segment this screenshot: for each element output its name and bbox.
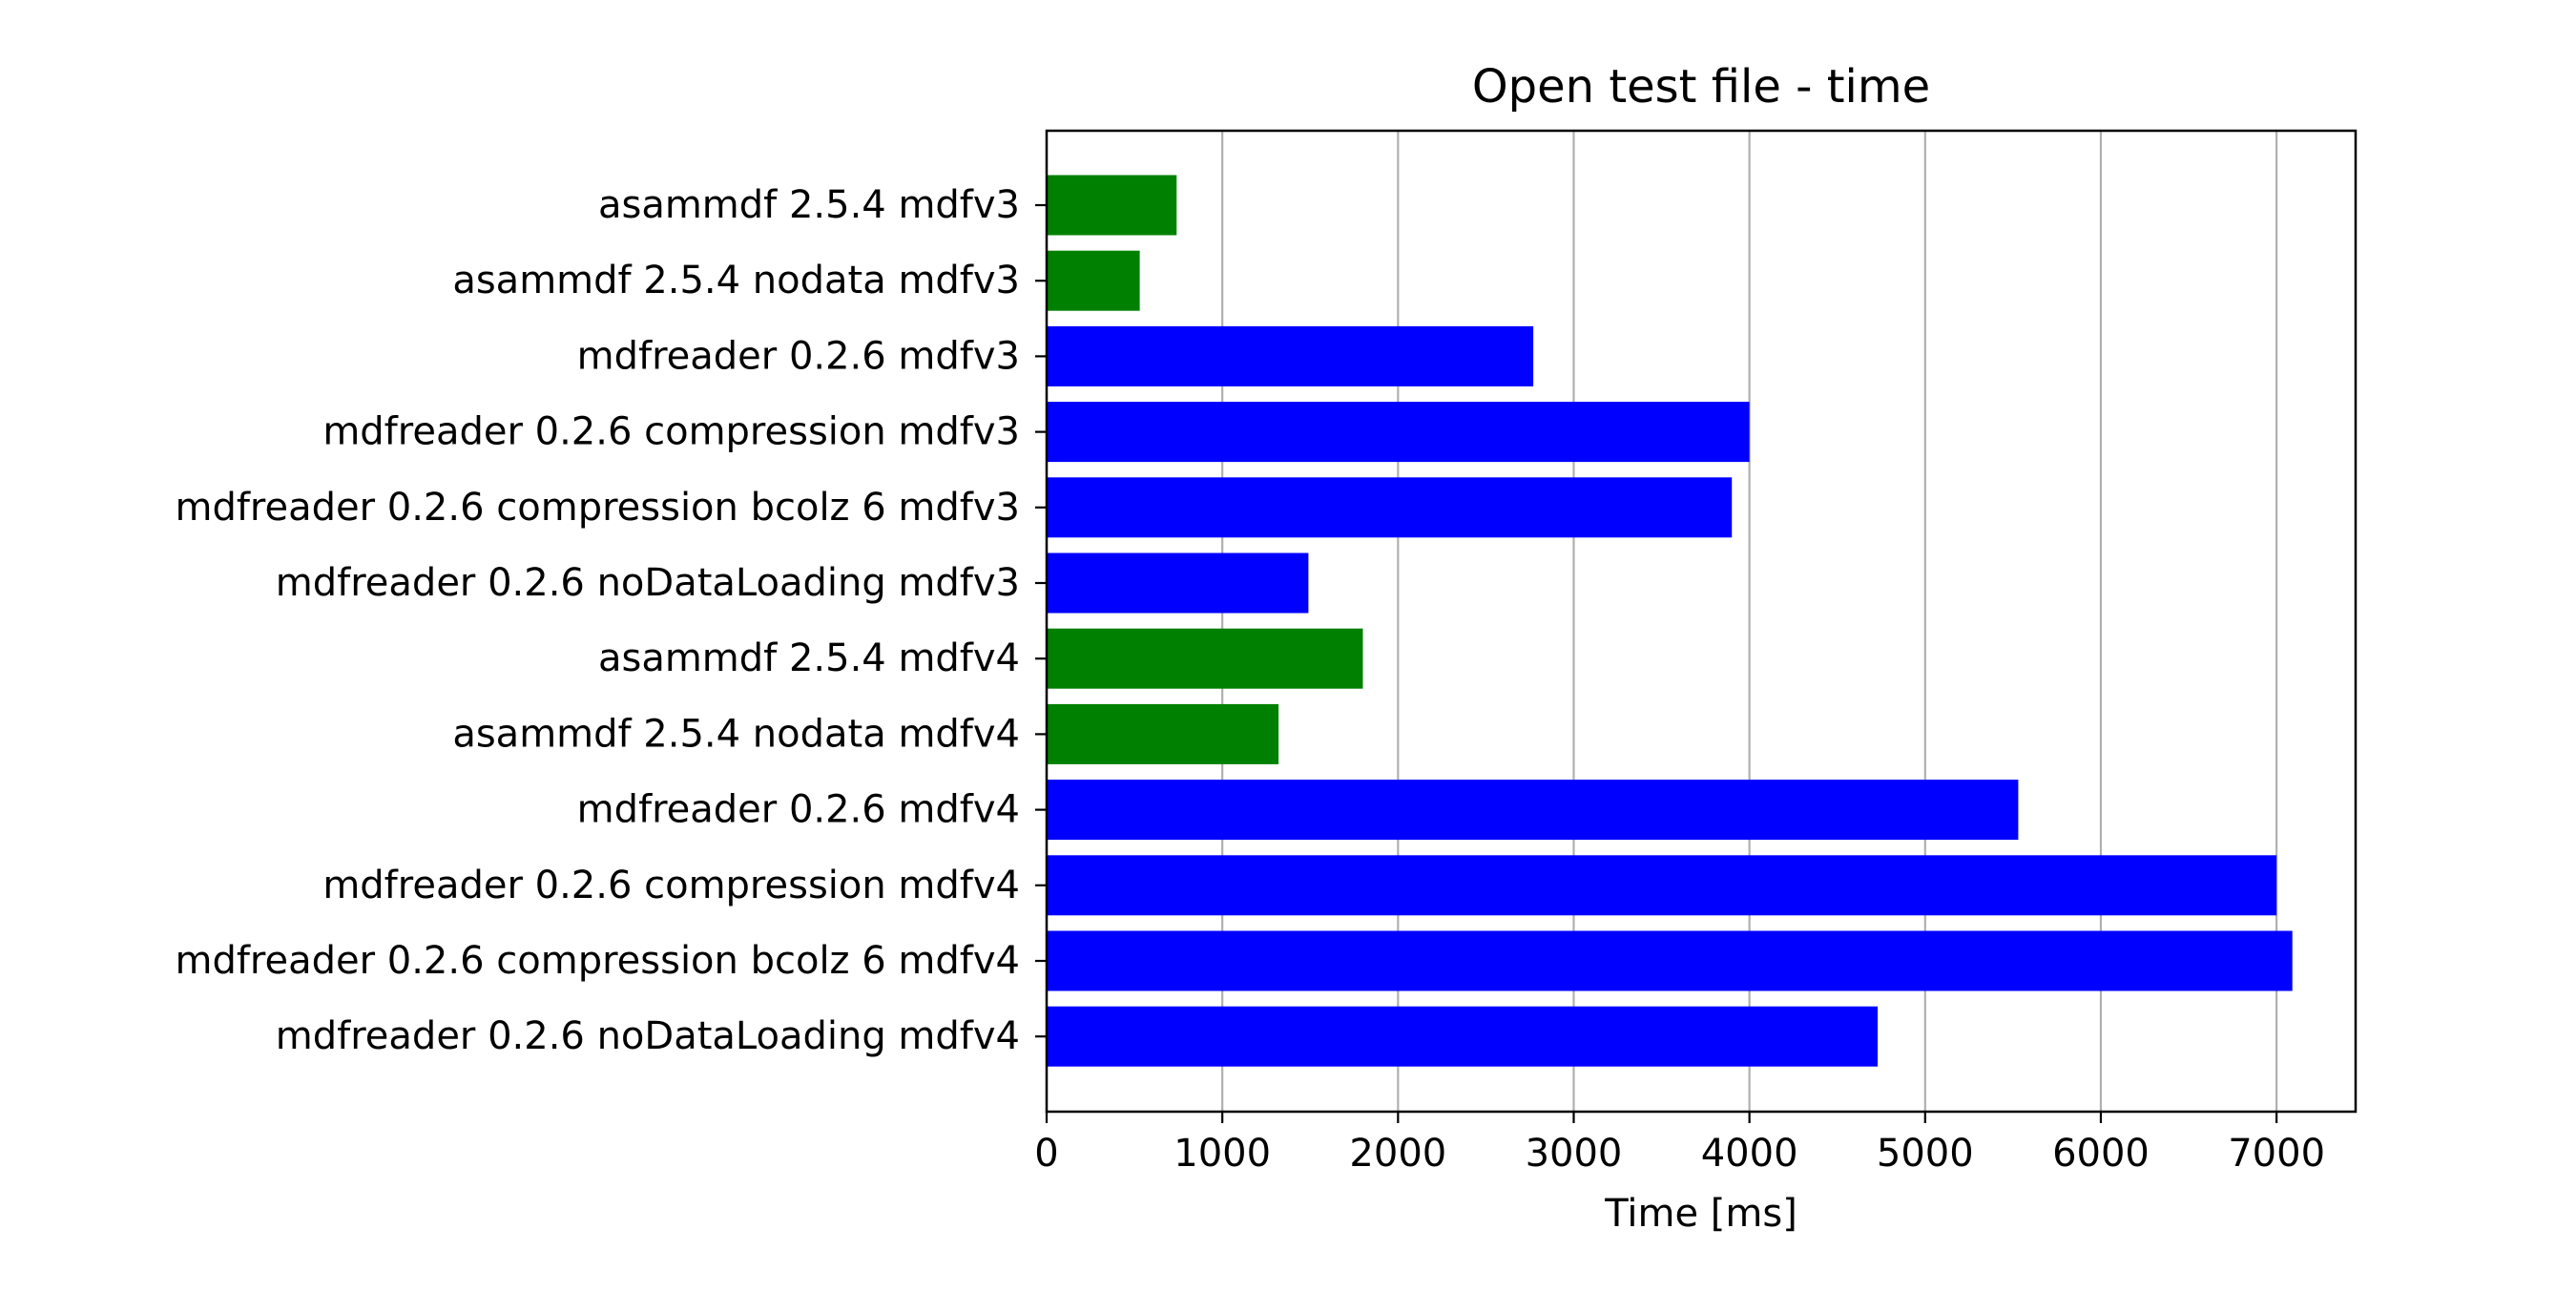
y-tick-label: asammdf 2.5.4 nodata mdfv3 <box>452 259 1020 302</box>
bar <box>1047 552 1309 614</box>
bar <box>1047 325 1534 386</box>
y-tick-label: mdfreader 0.2.6 noDataLoading mdfv4 <box>276 1014 1020 1058</box>
x-tick-label: 2000 <box>1349 1132 1446 1176</box>
bar <box>1047 402 1750 463</box>
bar <box>1047 175 1177 236</box>
x-tick-label: 4000 <box>1701 1132 1798 1176</box>
bar <box>1047 1006 1879 1067</box>
x-tick-label: 3000 <box>1526 1132 1623 1176</box>
x-tick-label: 6000 <box>2052 1132 2150 1176</box>
bar <box>1047 930 2293 991</box>
y-tick-label: asammdf 2.5.4 mdfv4 <box>598 636 1020 680</box>
y-tick-label: asammdf 2.5.4 nodata mdfv4 <box>452 712 1020 756</box>
x-tick-label: 5000 <box>1877 1132 1974 1176</box>
x-tick-label: 7000 <box>2228 1132 2325 1176</box>
bar <box>1047 703 1279 764</box>
bar <box>1047 477 1733 538</box>
x-tick-label: 1000 <box>1174 1132 1271 1176</box>
y-tick-label: mdfreader 0.2.6 mdfv3 <box>577 334 1020 378</box>
bar-chart: asammdf 2.5.4 mdfv3 asammdf 2.5.4 nodata … <box>0 0 2576 1288</box>
chart-title: Open test file - time <box>1472 60 1930 114</box>
y-tick-label: asammdf 2.5.4 mdfv3 <box>598 183 1020 227</box>
bar <box>1047 628 1363 689</box>
y-tick-label: mdfreader 0.2.6 compression bcolz 6 mdfv… <box>175 939 1020 983</box>
bar <box>1047 250 1140 311</box>
bar <box>1047 780 2019 841</box>
x-tick-label: 0 <box>1034 1132 1058 1176</box>
y-tick-label: mdfreader 0.2.6 noDataLoading mdfv3 <box>276 561 1020 605</box>
y-tick-label: mdfreader 0.2.6 compression bcolz 6 mdfv… <box>175 486 1020 530</box>
y-tick-label: mdfreader 0.2.6 mdfv4 <box>577 788 1020 832</box>
chart-figure: asammdf 2.5.4 mdfv3 asammdf 2.5.4 nodata … <box>0 0 2576 1288</box>
bar <box>1047 855 2277 916</box>
y-tick-label: mdfreader 0.2.6 compression mdfv3 <box>322 410 1020 454</box>
y-tick-label: mdfreader 0.2.6 compression mdfv4 <box>322 864 1020 907</box>
x-axis-label: Time [ms] <box>1604 1192 1797 1236</box>
